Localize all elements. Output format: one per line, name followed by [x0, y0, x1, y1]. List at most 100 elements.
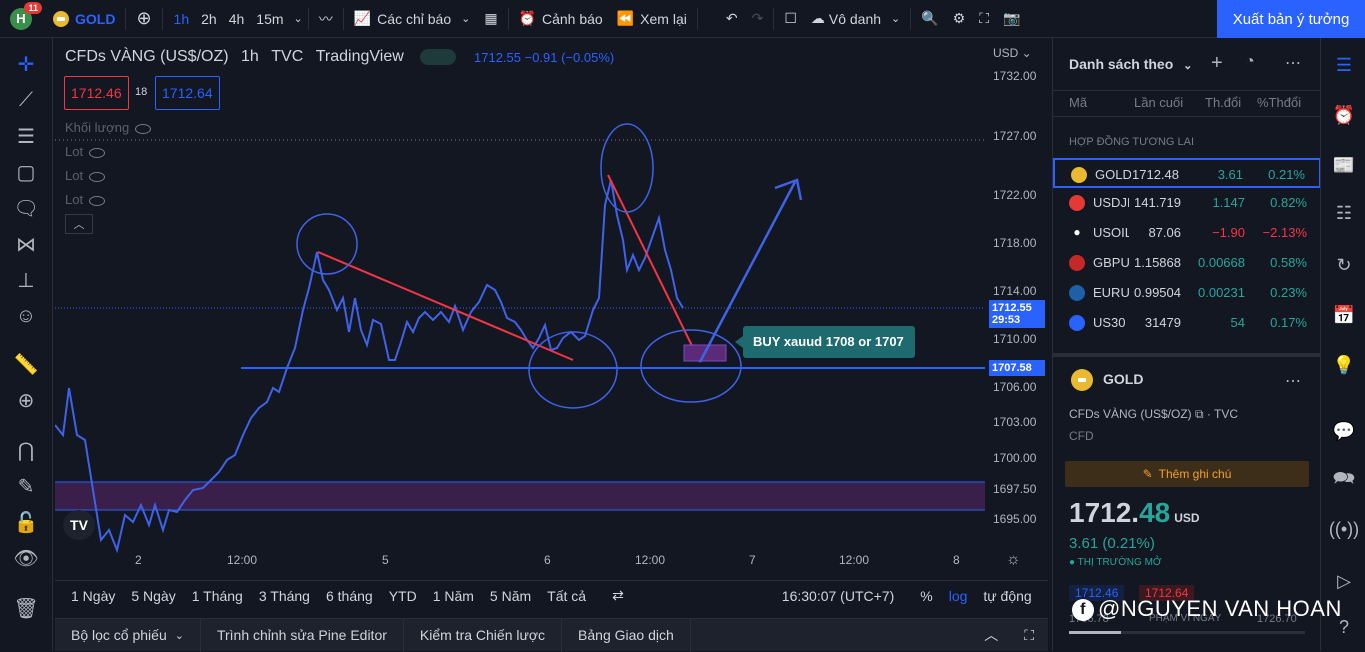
crosshair-icon[interactable]: ✛ [14, 52, 38, 76]
templates-button[interactable]: ▦ [477, 0, 504, 38]
col-symbol[interactable]: Mã [1069, 95, 1087, 110]
col-pct[interactable]: %Thđổi [1257, 95, 1301, 110]
watchlist-row-usoil[interactable]: ● USOIL 87.06 −1.90 −2.13% [1053, 218, 1321, 248]
watchlist-row-us30[interactable]: US30 31479 54 0.17% [1053, 308, 1321, 338]
col-change[interactable]: Th.đổi [1205, 95, 1241, 110]
range-3m[interactable]: 3 Tháng [251, 588, 318, 604]
user-avatar[interactable]: H 11 [10, 1, 42, 30]
range-1d[interactable]: 1 Ngày [63, 588, 123, 604]
watchlist-row-usdjpy[interactable]: USDJPY 141.719 1.147 0.82% [1053, 188, 1321, 218]
buy-button[interactable]: 1712.64 [155, 76, 220, 110]
lot-indicator-1[interactable]: Lot [65, 144, 106, 159]
eye-icon[interactable]: 👁 [13, 546, 38, 570]
eye-off-icon[interactable] [89, 195, 106, 206]
watchlist-row-gold[interactable]: GOLD 1712.48 3.61 0.21% [1053, 158, 1321, 188]
interval-1h[interactable]: 1h [168, 11, 196, 27]
range-ytd[interactable]: YTD [381, 588, 425, 604]
range-5y[interactable]: 5 Năm [482, 588, 539, 604]
broadcast-icon[interactable]: ((•)) [1329, 516, 1359, 542]
collapse-legend-button[interactable]: ︿ [65, 214, 93, 234]
chart-pane[interactable]: CFDs VÀNG (US$/OZ) 1h TVC TradingView 17… [55, 40, 1048, 575]
trash-icon[interactable]: 🗑 [13, 596, 38, 620]
undo-button[interactable]: ↶ [719, 0, 745, 38]
range-1y[interactable]: 1 Năm [425, 588, 482, 604]
magnet-icon[interactable]: ⋂ [14, 438, 38, 462]
market-status-toggle[interactable] [420, 48, 457, 65]
zoom-in-icon[interactable]: ⊕ [14, 388, 38, 412]
settings-sun-icon[interactable]: ☼ [1006, 551, 1021, 569]
data-window-icon[interactable]: ☷ [1331, 200, 1357, 226]
tab-trading-panel[interactable]: Bảng Giao dịch [562, 618, 691, 652]
trend-line-icon[interactable]: ⟋ [14, 88, 38, 112]
redo-button[interactable]: ↷ [745, 0, 771, 38]
more-options-icon[interactable]: ⋯ [1285, 53, 1301, 73]
more-options-icon[interactable]: ⋯ [1285, 371, 1301, 391]
auto-toggle[interactable]: tự động [975, 588, 1039, 604]
alert-button[interactable]: ⏰ Cảnh báo [512, 0, 610, 38]
watchlist-title[interactable]: Danh sách theo ⌄ [1069, 56, 1192, 72]
layout-menu[interactable]: ☁ Vô danh ⌄ [804, 0, 907, 38]
chart-type-button[interactable]: 〰 [312, 0, 340, 38]
volume-indicator[interactable]: Khối lượng [65, 120, 152, 135]
news-icon[interactable]: 📰 [1331, 152, 1357, 178]
symbol-search[interactable]: GOLD [46, 0, 122, 38]
play-icon[interactable]: ▷ [1331, 568, 1357, 594]
range-6m[interactable]: 6 tháng [318, 588, 381, 604]
snapshot-button[interactable]: 📷 [996, 0, 1027, 38]
eye-off-icon[interactable] [89, 171, 106, 182]
external-link-icon[interactable]: ⧉ [1195, 407, 1204, 421]
compare-button[interactable]: ⊕ [129, 0, 158, 38]
pencil-lock-icon[interactable]: ✎ [14, 474, 38, 498]
comment-icon[interactable]: 🗨 [13, 196, 38, 220]
eye-off-icon[interactable] [89, 147, 106, 158]
lot-indicator-2[interactable]: Lot [65, 168, 106, 183]
sell-button[interactable]: 1712.46 [64, 76, 129, 110]
alarm-clock-icon[interactable]: ⏰ [1331, 102, 1357, 128]
fullscreen-layout-button[interactable]: ☐ [777, 0, 804, 38]
emoji-icon[interactable]: ☺ [14, 304, 38, 328]
hotlist-icon[interactable]: ↻ [1331, 252, 1357, 278]
tradingview-logo[interactable]: TV [63, 510, 95, 540]
range-5d[interactable]: 5 Ngày [123, 588, 183, 604]
time-axis[interactable]: 2 12:00 5 6 12:00 7 12:00 8 [55, 549, 985, 575]
col-last[interactable]: Lần cuối [1134, 95, 1183, 110]
indicators-button[interactable]: 📈 Các chỉ báo ⌄ [347, 0, 478, 38]
watchlist-icon[interactable]: ☰ [1331, 52, 1357, 78]
replay-button[interactable]: ⏪ Xem lại [610, 0, 694, 38]
rectangle-tool-icon[interactable]: ▢ [14, 160, 38, 184]
fullscreen-button[interactable]: ⛶ [972, 0, 996, 38]
search-button[interactable]: 🔍 [914, 0, 945, 38]
currency-selector[interactable]: USD ⌄ [993, 46, 1032, 60]
chat-bubbles-icon[interactable]: 🗪 [1331, 468, 1357, 494]
settings-button[interactable]: ⚙ [946, 0, 973, 38]
range-1m[interactable]: 1 Tháng [184, 588, 251, 604]
chevron-up-icon[interactable]: ︿ [972, 625, 1010, 645]
chevron-down-icon[interactable]: ⌄ [294, 12, 303, 25]
publish-idea-button[interactable]: Xuất bản ý tưởng [1217, 0, 1365, 38]
interval-15m[interactable]: 15m [250, 11, 289, 27]
interval-4h[interactable]: 4h [223, 11, 251, 27]
ideas-bulb-icon[interactable]: 💡 [1331, 352, 1357, 378]
eye-off-icon[interactable] [135, 123, 152, 134]
calendar-icon[interactable]: 📅 [1331, 302, 1357, 328]
clock-timezone[interactable]: 16:30:07 (UTC+7) [774, 588, 902, 604]
lot-indicator-3[interactable]: Lot [65, 192, 106, 207]
log-toggle[interactable]: log [941, 588, 976, 604]
chat-icon[interactable]: 💬 [1331, 418, 1357, 444]
watchlist-row-gbpusd[interactable]: GBPUSD 1.15868 0.00668 0.58% [1053, 248, 1321, 278]
percent-toggle[interactable]: % [912, 588, 940, 604]
range-all[interactable]: Tất cả [539, 588, 594, 604]
maximize-icon[interactable]: ⛶ [1010, 627, 1048, 644]
horizontal-lines-icon[interactable]: ☰ [14, 124, 38, 148]
tab-pine-editor[interactable]: Trình chỉnh sửa Pine Editor [201, 618, 404, 652]
add-symbol-button[interactable]: + [1211, 52, 1223, 75]
measure-icon[interactable]: ⊥ [14, 268, 38, 292]
tab-stock-screener[interactable]: Bộ lọc cổ phiếu ⌄ [55, 618, 201, 652]
interval-2h[interactable]: 2h [195, 11, 223, 27]
calendar-goto-icon[interactable]: ⇄ [604, 587, 632, 604]
pie-chart-icon[interactable]: ◔ [1245, 53, 1255, 71]
pattern-icon[interactable]: ⋈ [14, 232, 38, 256]
add-note-button[interactable]: ✎ Thêm ghi chú [1065, 461, 1309, 487]
watchlist-row-eurusd[interactable]: EURUSD 0.99504 0.00231 0.23% [1053, 278, 1321, 308]
tab-strategy-tester[interactable]: Kiểm tra Chiến lược [404, 618, 563, 652]
